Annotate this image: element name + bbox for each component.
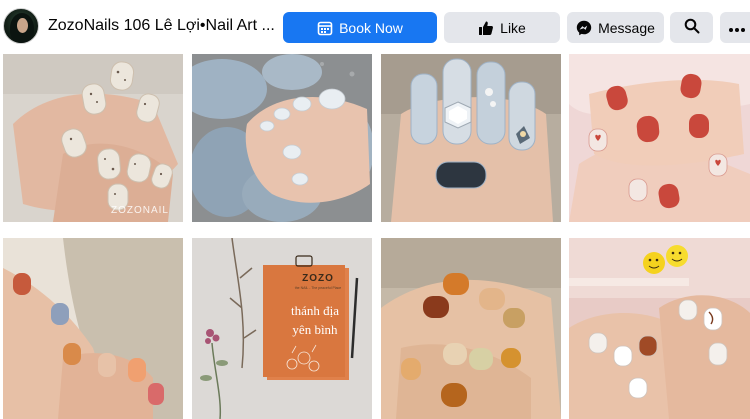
card-slogan-line2: yên bình: [292, 322, 338, 337]
book-now-button[interactable]: Book Now: [283, 12, 437, 43]
photo-smiley-nails[interactable]: [569, 238, 750, 419]
photo-watermark: ZOZONAIL: [110, 205, 169, 216]
more-icon: [728, 20, 746, 36]
card-brand-name: ZOZO: [302, 273, 334, 284]
like-button[interactable]: Like: [444, 12, 560, 43]
search-button[interactable]: [670, 12, 713, 43]
more-button[interactable]: [720, 12, 750, 43]
messenger-icon: [576, 20, 592, 36]
photo-grid: ZOZONAIL ZOZO the NAIL - The peaceful Pl…: [0, 54, 750, 419]
card-slogan-line1: thánh địa: [290, 303, 339, 318]
card-tagline: the NAIL - The peaceful Place: [294, 286, 342, 290]
photo-speckled-nails[interactable]: ZOZONAIL: [3, 54, 183, 222]
page-avatar[interactable]: [3, 8, 39, 44]
calendar-icon: [317, 20, 333, 36]
photo-pedicure-stones[interactable]: [192, 54, 372, 222]
thumbs-up-icon: [478, 20, 494, 36]
avatar-face: [17, 18, 28, 33]
photo-autumn-nails[interactable]: [381, 238, 561, 419]
photo-red-heart-nails[interactable]: [569, 54, 750, 222]
page-title[interactable]: ZozoNails 106 Lê Lợi•Nail Art ...: [48, 17, 274, 35]
message-label: Message: [598, 19, 655, 36]
search-icon: [684, 18, 700, 37]
page-header: ZozoNails 106 Lê Lợi•Nail Art ... Book N…: [0, 0, 750, 54]
book-now-label: Book Now: [339, 19, 403, 36]
photo-blue-gem-nails[interactable]: [381, 54, 561, 222]
message-button[interactable]: Message: [567, 12, 664, 43]
like-label: Like: [500, 19, 526, 36]
photo-brand-card[interactable]: ZOZO the NAIL - The peaceful Place thánh…: [192, 238, 372, 419]
photo-gradient-nails[interactable]: [3, 238, 183, 419]
